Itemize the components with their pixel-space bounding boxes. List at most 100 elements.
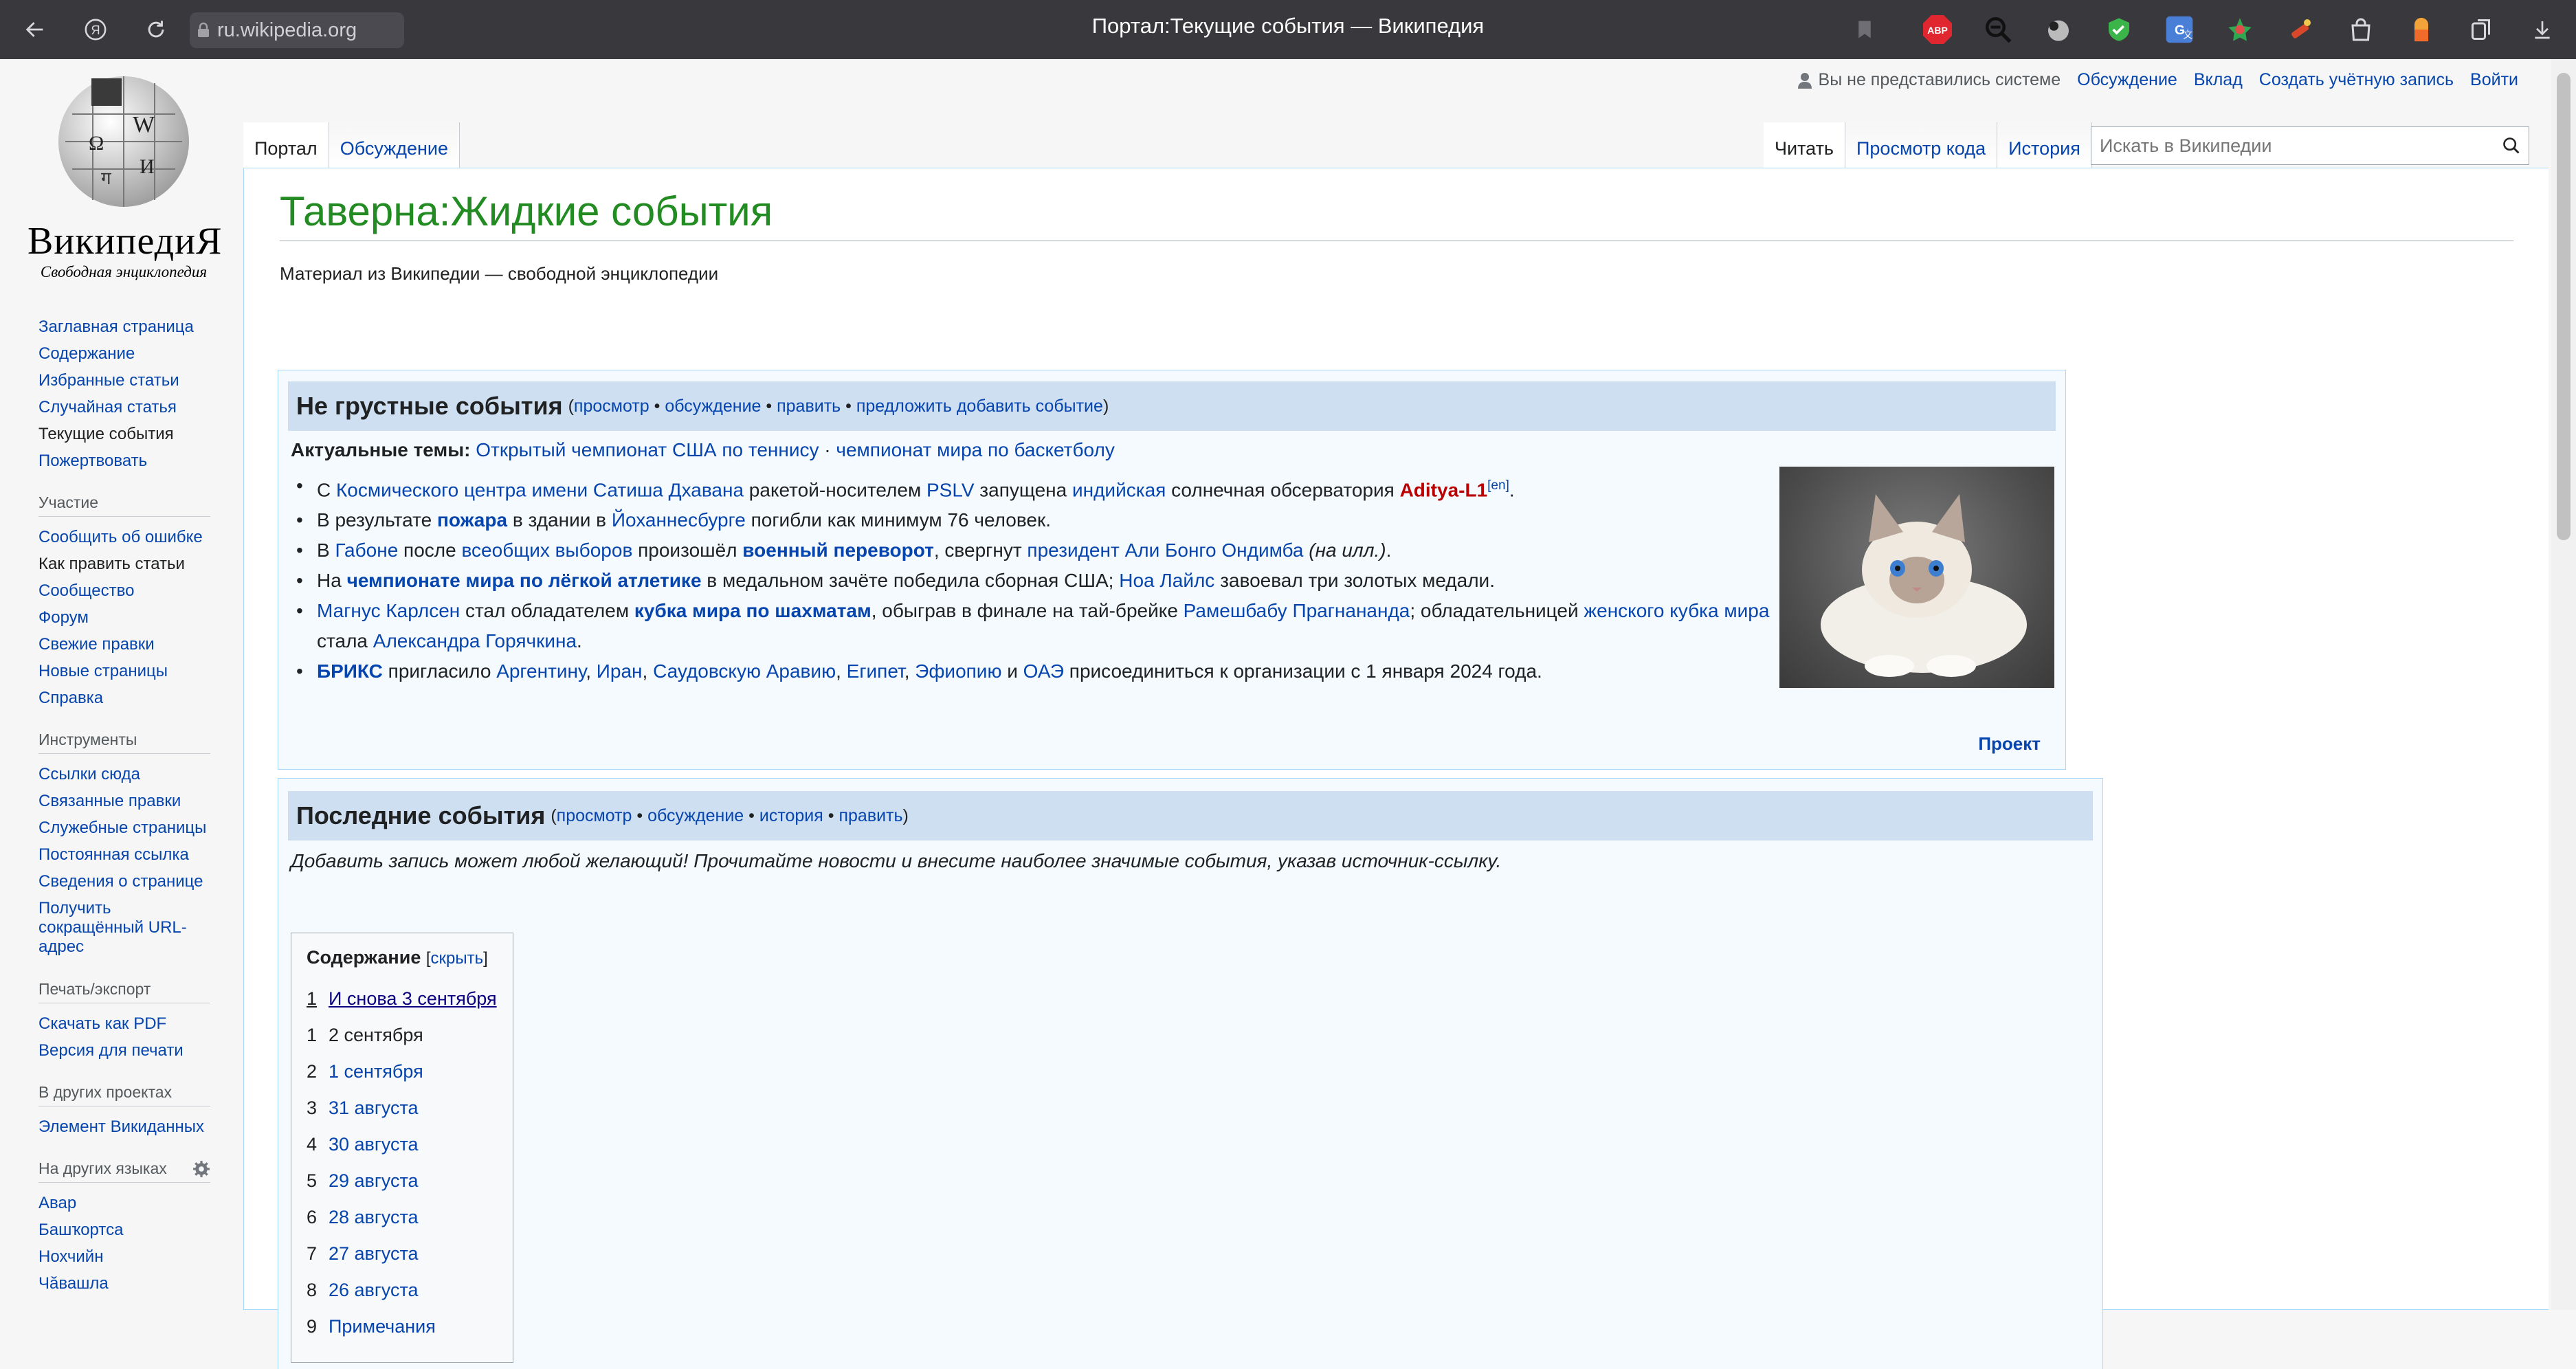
- create-account-link[interactable]: Создать учётную запись: [2259, 70, 2454, 90]
- toc-item[interactable]: 3 31 августа: [307, 1090, 498, 1126]
- cat-image[interactable]: [1779, 467, 2054, 688]
- orange-extension[interactable]: [2406, 14, 2437, 45]
- toc-link[interactable]: Примечания: [329, 1309, 436, 1345]
- toc-item[interactable]: 2 1 сентября: [307, 1054, 498, 1090]
- news-link[interactable]: Габоне: [335, 539, 398, 561]
- news-link[interactable]: пожара: [437, 509, 507, 531]
- sidebar-item-lang-avar[interactable]: Авар: [38, 1194, 76, 1212]
- news-link[interactable]: Египет: [847, 660, 904, 682]
- sidebar-item-community[interactable]: Сообщество: [38, 581, 134, 600]
- news-link[interactable]: военный переворот: [742, 539, 934, 561]
- project-link[interactable]: Проект: [1978, 733, 2041, 755]
- vpn-extension[interactable]: [2103, 14, 2135, 45]
- sidebar-item-current-events[interactable]: Текущие события: [38, 425, 174, 443]
- news-link[interactable]: Ноа Лайлс: [1119, 570, 1214, 591]
- wikipedia-logo[interactable]: W Ω И ग ВикипедиЯ Свободная энциклопедия: [27, 73, 221, 280]
- topic-link-basketball[interactable]: чемпионат мира по баскетболу: [836, 439, 1114, 460]
- toc-link[interactable]: 31 августа: [329, 1090, 419, 1126]
- gear-icon[interactable]: [192, 1160, 210, 1178]
- tab-portal[interactable]: Портал: [243, 122, 329, 168]
- news-link[interactable]: Саудовскую Аравию: [653, 660, 836, 682]
- sidebar-item-main-page[interactable]: Заглавная страница: [38, 318, 194, 336]
- dark-reader-extension[interactable]: [2043, 14, 2074, 45]
- sidebar-item-download-pdf[interactable]: Скачать как PDF: [38, 1014, 166, 1033]
- sidebar-item-contents[interactable]: Содержание: [38, 344, 135, 363]
- toc-link[interactable]: 30 августа: [329, 1126, 419, 1163]
- toc-link[interactable]: 29 августа: [329, 1163, 419, 1199]
- toc-item[interactable]: 8 26 августа: [307, 1272, 498, 1309]
- sidebar-item-lang-bashkir[interactable]: Башҡортса: [38, 1221, 123, 1239]
- sidebar-item-what-links-here[interactable]: Ссылки сюда: [38, 765, 140, 783]
- address-bar[interactable]: ru.wikipedia.org: [190, 12, 404, 48]
- search-input[interactable]: [2091, 134, 2494, 157]
- topic-link-us-open[interactable]: Открытый чемпионат США по теннису: [476, 439, 819, 460]
- sidebar-item-how-to-edit[interactable]: Как править статьи: [38, 555, 185, 573]
- toc-link[interactable]: 1 сентября: [329, 1054, 423, 1090]
- sidebar-item-random[interactable]: Случайная статья: [38, 398, 177, 416]
- tab-discussion[interactable]: Обсуждение: [329, 122, 460, 168]
- adblock-extension[interactable]: ABP: [1922, 14, 1953, 45]
- sidebar-item-page-info[interactable]: Сведения о странице: [38, 872, 203, 891]
- sidebar-item-report-error[interactable]: Сообщить об ошибке: [38, 528, 203, 546]
- contributions-link[interactable]: Вклад: [2194, 70, 2243, 90]
- sidebar-item-new-pages[interactable]: Новые страницы: [38, 662, 168, 680]
- toc-item[interactable]: 1 И снова 3 сентября: [307, 981, 498, 1017]
- news-link[interactable]: Йоханнесбурге: [612, 509, 746, 531]
- news-link[interactable]: чемпионате мира по лёгкой атлетике: [347, 570, 702, 591]
- news-link[interactable]: Магнус Карлсен: [317, 600, 460, 621]
- interwiki-link[interactable]: [en]: [1487, 478, 1509, 493]
- sidebar-item-printable[interactable]: Версия для печати: [38, 1041, 184, 1060]
- box2-discuss-link[interactable]: обсуждение: [647, 806, 744, 825]
- toc-item[interactable]: 5 29 августа: [307, 1163, 498, 1199]
- tool-extension[interactable]: [2285, 14, 2316, 45]
- scrollbar-thumb[interactable]: [2557, 73, 2571, 540]
- login-link[interactable]: Войти: [2470, 70, 2518, 90]
- search-button[interactable]: [2494, 136, 2529, 155]
- tab-read[interactable]: Читать: [1764, 122, 1845, 168]
- news-link[interactable]: Аргентину: [496, 660, 586, 682]
- box1-suggest-link[interactable]: предложить добавить событие: [856, 397, 1103, 416]
- news-red-link[interactable]: Aditya-L1: [1400, 479, 1488, 500]
- news-link[interactable]: PSLV: [926, 479, 975, 500]
- toc-hide-link[interactable]: скрыть: [431, 949, 484, 968]
- sidebar-item-wikidata[interactable]: Элемент Викиданных: [38, 1117, 204, 1136]
- talk-link[interactable]: Обсуждение: [2077, 70, 2177, 90]
- box1-view-link[interactable]: просмотр: [574, 397, 649, 416]
- sidebar-item-donate[interactable]: Пожертвовать: [38, 452, 147, 470]
- translate-extension[interactable]: G文: [2164, 14, 2195, 45]
- news-link[interactable]: всеобщих выборов: [461, 539, 632, 561]
- news-link[interactable]: президент Али Бонго Ондимба: [1027, 539, 1303, 561]
- toc-link[interactable]: 28 августа: [329, 1199, 419, 1236]
- sidebar-item-permanent-link[interactable]: Постоянная ссылка: [38, 845, 189, 864]
- colorpicker-extension[interactable]: [2224, 14, 2256, 45]
- downloads-button[interactable]: [2527, 14, 2558, 45]
- news-link[interactable]: Иран: [597, 660, 643, 682]
- toc-link[interactable]: 26 августа: [329, 1272, 419, 1309]
- toc-link[interactable]: 2 сентября: [329, 1017, 423, 1054]
- sidebar-item-lang-chechen[interactable]: Нохчийн: [38, 1247, 103, 1266]
- reload-button[interactable]: [139, 12, 173, 47]
- news-link[interactable]: Эфиопию: [915, 660, 1001, 682]
- toc-item[interactable]: 1 2 сентября: [307, 1017, 498, 1054]
- shopping-extension[interactable]: [2345, 14, 2377, 45]
- back-button[interactable]: [18, 12, 52, 47]
- tab-view-source[interactable]: Просмотр кода: [1845, 122, 1998, 168]
- sidebar-item-help[interactable]: Справка: [38, 689, 103, 707]
- collections-button[interactable]: [2466, 14, 2498, 45]
- sidebar-item-special-pages[interactable]: Служебные страницы: [38, 819, 206, 837]
- box2-edit-link[interactable]: править: [839, 806, 902, 825]
- toc-link[interactable]: 27 августа: [329, 1236, 419, 1272]
- news-link[interactable]: Александра Горячкина: [373, 630, 577, 652]
- news-link[interactable]: БРИКС: [317, 660, 383, 682]
- news-link[interactable]: женского кубка мира: [1584, 600, 1769, 621]
- sidebar-item-featured[interactable]: Избранные статьи: [38, 371, 179, 390]
- sidebar-item-related-changes[interactable]: Связанные правки: [38, 792, 181, 810]
- toc-item[interactable]: 4 30 августа: [307, 1126, 498, 1163]
- news-link[interactable]: кубка мира по шахматам: [634, 600, 871, 621]
- sidebar-item-short-url[interactable]: Получить сокращённый URL-адрес: [38, 899, 187, 956]
- box2-history-link[interactable]: история: [759, 806, 823, 825]
- box1-discuss-link[interactable]: обсуждение: [665, 397, 761, 416]
- sidebar-item-lang-chuvash[interactable]: Чăвашла: [38, 1274, 109, 1293]
- bookmark-button[interactable]: [1849, 14, 1880, 45]
- news-link[interactable]: ОАЭ: [1023, 660, 1064, 682]
